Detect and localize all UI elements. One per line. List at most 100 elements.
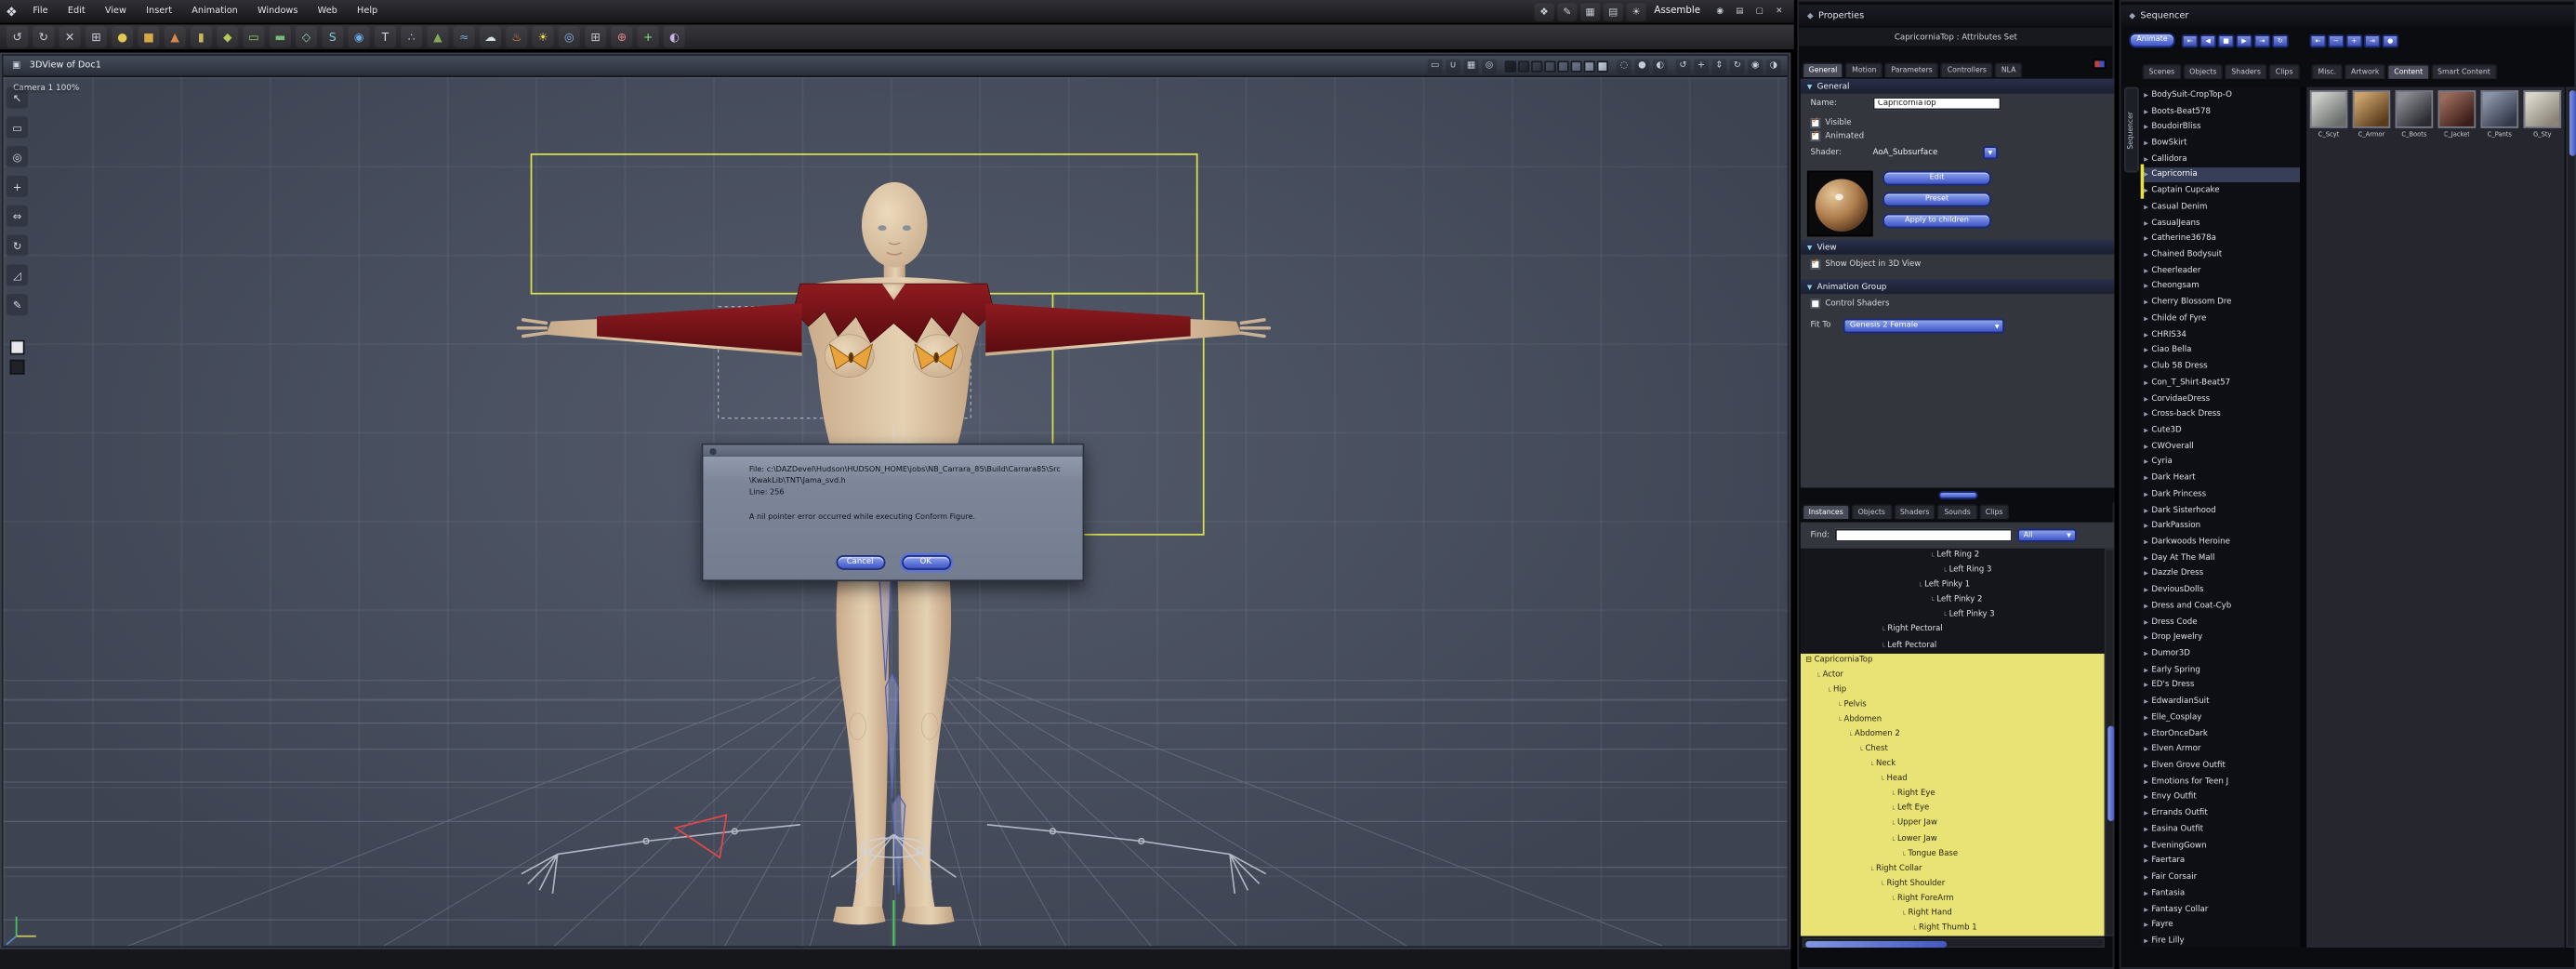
tree-row[interactable]: └ Actor bbox=[1801, 668, 2105, 683]
find-input[interactable] bbox=[1834, 528, 2013, 542]
tree-row[interactable]: └ Left Pinky 1 bbox=[1801, 578, 2105, 593]
expander-icon[interactable]: ▶ bbox=[2144, 634, 2148, 641]
move-tool-icon[interactable]: ⇔ bbox=[7, 205, 29, 227]
delete-icon[interactable]: ✕ bbox=[59, 26, 81, 48]
content-item[interactable]: ▶ Cute3D bbox=[2141, 422, 2300, 438]
expander-icon[interactable]: ▶ bbox=[2144, 171, 2148, 178]
cancel-button[interactable]: Cancel bbox=[835, 554, 885, 570]
expander-icon[interactable]: ▶ bbox=[2144, 587, 2148, 593]
insert-cube-icon[interactable]: ■ bbox=[138, 26, 160, 48]
tree-row[interactable]: └ Pelvis bbox=[1801, 697, 2105, 712]
animated-checkbox[interactable]: ✓ bbox=[1810, 131, 1821, 141]
insert-icosahedron-icon[interactable]: ◆ bbox=[217, 26, 239, 48]
expander-icon[interactable]: ▶ bbox=[2144, 650, 2148, 657]
content-item[interactable]: ▶ Fire Lilly bbox=[2141, 933, 2300, 948]
swatch-background[interactable] bbox=[9, 359, 25, 375]
marquee-tool-icon[interactable]: ▭ bbox=[7, 116, 29, 139]
properties-tab[interactable]: Parameters bbox=[1884, 62, 1939, 78]
browser-tab[interactable]: Shaders bbox=[1893, 504, 1936, 520]
properties-header[interactable]: ◆ Properties bbox=[1799, 5, 2113, 27]
content-item[interactable]: ▶ Cyria bbox=[2141, 454, 2300, 470]
room-render-icon[interactable]: ☀ bbox=[1626, 2, 1646, 21]
content-item[interactable]: ▶ Cherry Blossom Dre bbox=[2141, 295, 2300, 311]
expander-icon[interactable]: ▶ bbox=[2144, 315, 2148, 322]
panes-icon[interactable]: ▤ bbox=[1732, 4, 1749, 20]
expander-icon[interactable]: ▶ bbox=[2144, 443, 2148, 449]
expander-icon[interactable]: ▶ bbox=[2144, 698, 2148, 705]
insert-hotpoint-icon[interactable]: + bbox=[637, 26, 659, 48]
undo-icon[interactable]: ↺ bbox=[7, 26, 29, 48]
scale-tool-icon[interactable]: ◿ bbox=[7, 264, 29, 286]
insert-text-icon[interactable]: T bbox=[374, 26, 396, 48]
splitter-handle[interactable] bbox=[1938, 491, 1978, 499]
section-view[interactable]: ▼ View bbox=[1800, 239, 2115, 255]
content-item[interactable]: ▶ DarkPassion bbox=[2141, 518, 2300, 534]
expander-icon[interactable]: ▶ bbox=[2144, 746, 2148, 752]
room-assemble-icon[interactable]: ❖ bbox=[1534, 2, 1554, 21]
sequencer-tab[interactable]: Clips bbox=[2268, 63, 2300, 79]
animate-toggle[interactable]: Animate bbox=[2129, 33, 2175, 48]
expander-icon[interactable]: ▶ bbox=[2144, 458, 2148, 465]
go-start-button[interactable]: ⇤ bbox=[2181, 33, 2199, 47]
thumbnail-image[interactable] bbox=[2395, 90, 2434, 128]
menu-item[interactable]: Insert bbox=[137, 0, 182, 23]
expander-icon[interactable]: ▶ bbox=[2144, 155, 2148, 162]
expander-icon[interactable]: ▶ bbox=[2144, 538, 2148, 545]
name-field[interactable] bbox=[1872, 97, 2001, 111]
panel-splitter[interactable] bbox=[1800, 487, 2115, 503]
list-thumbnail-divider[interactable] bbox=[2300, 86, 2307, 949]
tree-row[interactable]: └ Right ForeArm bbox=[1801, 892, 2105, 907]
expander-icon[interactable]: ▶ bbox=[2144, 204, 2148, 210]
sequencer-scrollbar[interactable] bbox=[2566, 86, 2576, 949]
orbit-view-icon[interactable]: ↺ bbox=[1675, 58, 1691, 73]
expander-icon[interactable]: ▶ bbox=[2144, 219, 2148, 226]
fit-to-dropdown[interactable]: Genesis 2 Female ▼ bbox=[1843, 318, 2004, 334]
expander-icon[interactable]: ▶ bbox=[2144, 491, 2148, 498]
expander-icon[interactable]: ▶ bbox=[2144, 890, 2148, 896]
content-item[interactable]: ▶ Day At The Mall bbox=[2141, 550, 2300, 565]
expander-icon[interactable]: ▶ bbox=[2144, 571, 2148, 577]
sequencer-tab[interactable]: Shaders bbox=[2225, 63, 2267, 79]
expander-icon[interactable]: ▶ bbox=[2144, 299, 2148, 306]
expander-icon[interactable]: ▶ bbox=[2144, 667, 2148, 673]
menu-item[interactable]: Web bbox=[308, 0, 347, 23]
content-item[interactable]: ▶ EtorOnceDark bbox=[2141, 725, 2300, 741]
tree-row[interactable]: └ Right Thumb 1 bbox=[1801, 922, 2105, 936]
tree-row[interactable]: └ Head bbox=[1801, 772, 2105, 787]
content-item[interactable]: ▶ Fair Corsair bbox=[2141, 869, 2300, 885]
properties-tab[interactable]: General bbox=[1802, 62, 1844, 78]
content-item[interactable]: ▶ Drop Jewelry bbox=[2141, 630, 2300, 645]
wire-sphere-icon[interactable]: ◌ bbox=[1616, 58, 1631, 73]
shader-dropdown-button[interactable]: ▼ bbox=[1983, 146, 1998, 160]
sequencer-tab[interactable]: Scenes bbox=[2142, 63, 2182, 79]
render-mode-gouraud[interactable] bbox=[1557, 60, 1569, 72]
section-animation-group[interactable]: ▼ Animation Group bbox=[1800, 279, 2115, 295]
insert-boolean-icon[interactable]: ◐ bbox=[663, 26, 685, 48]
tree-row[interactable]: └ Left Pinky 3 bbox=[1801, 608, 2105, 623]
content-item[interactable]: ▶ BodySuit-CropTop-O bbox=[2141, 87, 2300, 103]
content-item[interactable]: ▶ Childe of Fyre bbox=[2141, 311, 2300, 326]
expander-icon[interactable]: ▶ bbox=[2144, 427, 2148, 433]
content-item[interactable]: ▶ Darkwoods Heroine bbox=[2141, 534, 2300, 550]
duplicate-icon[interactable]: ⊞ bbox=[85, 26, 107, 48]
maximize-icon[interactable]: ▢ bbox=[1751, 4, 1768, 20]
camera-globe-icon[interactable]: ◑ bbox=[1765, 58, 1781, 73]
content-item[interactable]: ▶ EdwardianSuit bbox=[2141, 694, 2300, 710]
thumbnail-cell[interactable]: C_Jacket bbox=[2437, 90, 2477, 138]
zoom-tool-icon[interactable]: ◎ bbox=[7, 146, 29, 168]
insert-plane-icon[interactable]: ▭ bbox=[243, 26, 265, 48]
menu-item[interactable]: Edit bbox=[58, 0, 95, 23]
sequencer-side-tab[interactable]: Sequencer bbox=[2123, 86, 2139, 173]
thumbnail-image[interactable] bbox=[2437, 90, 2477, 128]
thumbnail-cell[interactable]: C_Boots bbox=[2394, 90, 2435, 138]
expander-icon[interactable]: ▶ bbox=[2144, 683, 2148, 689]
content-item[interactable]: ▶ EveningGown bbox=[2141, 837, 2300, 853]
expander-icon[interactable]: ▶ bbox=[2144, 794, 2148, 801]
tree-row[interactable]: └ Right Pectoral bbox=[1801, 623, 2105, 638]
content-item[interactable]: ▶ Cheerleader bbox=[2141, 262, 2300, 278]
mixed-sphere-icon[interactable]: ◐ bbox=[1652, 58, 1668, 73]
tree-row[interactable]: └ Right Shoulder bbox=[1801, 877, 2105, 892]
expander-icon[interactable]: ▶ bbox=[2144, 347, 2148, 353]
content-item[interactable]: ▶ Catherine3678a bbox=[2141, 231, 2300, 246]
browser-tab[interactable]: Clips bbox=[1978, 504, 2010, 520]
